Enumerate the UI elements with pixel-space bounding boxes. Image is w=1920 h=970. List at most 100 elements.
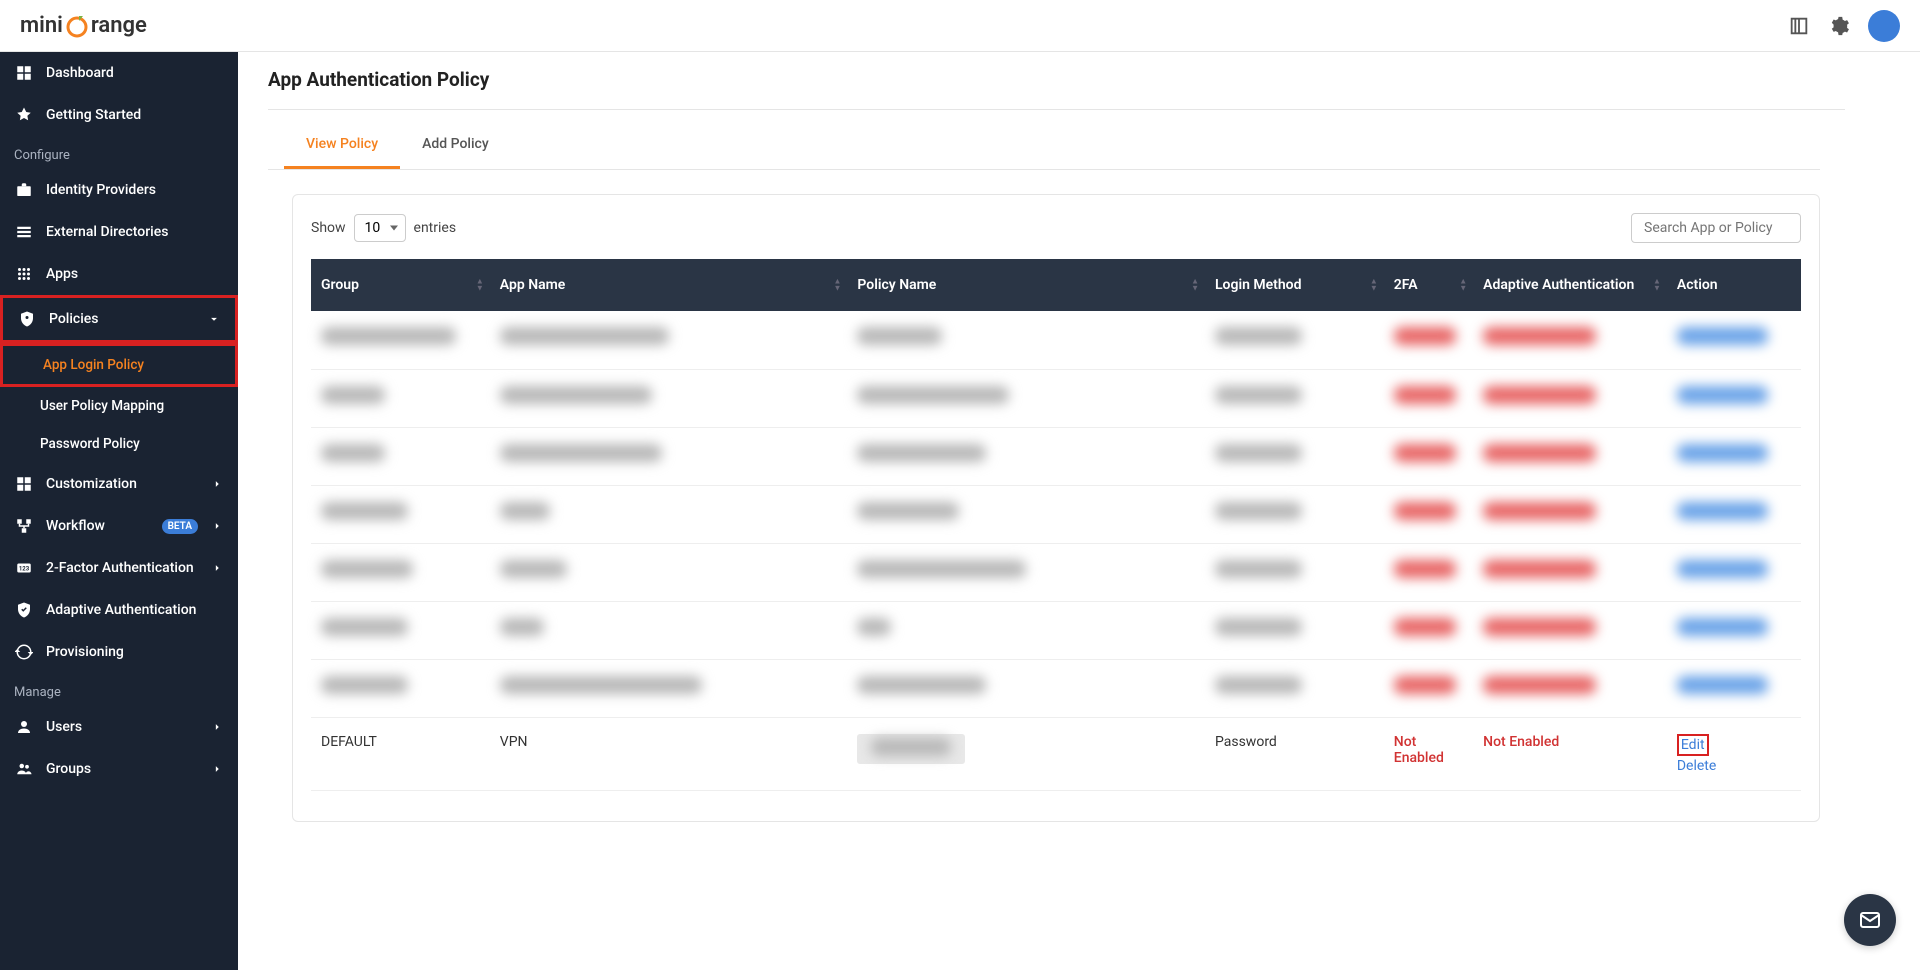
sync-icon [14,642,34,662]
content-card: Show 10 entries Group▲▼ App Name▲▼ Poli [292,194,1820,822]
table-controls: Show 10 entries [311,213,1801,243]
sidebar: Dashboard Getting Started Configure Iden… [0,52,238,970]
sidebar-item-label: Apps [46,266,224,282]
table-row-blurred [311,311,1801,369]
sort-icon: ▲▼ [1459,279,1467,292]
entries-select[interactable]: 10 [354,214,406,242]
sidebar-item-label: Adaptive Authentication [46,602,224,618]
cell-action: Edit Delete [1667,717,1801,790]
header-right [1788,10,1900,42]
rocket-icon [14,105,34,125]
sidebar-item-label: Dashboard [46,65,224,81]
cell-adaptive-auth: Not Enabled [1473,717,1667,790]
sidebar-item-dashboard[interactable]: Dashboard [0,52,238,94]
user-icon [14,717,34,737]
sidebar-item-apps[interactable]: Apps [0,253,238,295]
chevron-right-icon [210,519,224,533]
tab-view-policy[interactable]: View Policy [284,122,400,169]
cell-app-name: VPN [490,717,848,790]
delete-link[interactable]: Delete [1677,758,1791,774]
entries-label: entries [414,220,457,236]
col-group[interactable]: Group▲▼ [311,259,490,311]
sidebar-subitem-password-policy[interactable]: Password Policy [0,425,238,463]
sidebar-item-label: Groups [46,761,198,777]
cell-2fa: Not Enabled [1384,717,1473,790]
sort-icon: ▲▼ [1370,279,1378,292]
sidebar-item-label: Policies [49,311,195,327]
col-policy-name[interactable]: Policy Name▲▼ [847,259,1205,311]
chevron-right-icon [210,561,224,575]
sidebar-subitem-app-login-policy[interactable]: App Login Policy [0,343,238,387]
sidebar-item-label: External Directories [46,224,224,240]
sidebar-item-2fa[interactable]: 123 2-Factor Authentication [0,547,238,589]
sidebar-item-groups[interactable]: Groups [0,748,238,790]
svg-text:123: 123 [19,565,30,572]
table-row-blurred [311,543,1801,601]
mail-icon [1858,908,1882,932]
edit-link[interactable]: Edit [1677,734,1709,756]
cell-group: DEFAULT [311,717,490,790]
page-title: App Authentication Policy [268,52,1845,110]
sort-icon: ▲▼ [1191,279,1199,292]
tab-add-policy[interactable]: Add Policy [400,122,511,169]
sort-icon: ▲▼ [476,279,484,292]
show-label: Show [311,220,346,236]
gear-icon[interactable] [1828,15,1850,37]
group-icon [14,759,34,779]
entries-control: Show 10 entries [311,214,456,242]
sidebar-item-workflow[interactable]: Workflow BETA [0,505,238,547]
sidebar-subitem-user-policy-mapping[interactable]: User Policy Mapping [0,387,238,425]
chevron-right-icon [210,762,224,776]
avatar[interactable] [1868,10,1900,42]
beta-badge: BETA [162,519,198,534]
col-adaptive-auth[interactable]: Adaptive Authentication▲▼ [1473,259,1667,311]
sort-icon: ▲▼ [1653,279,1661,292]
logo-icon [65,14,89,38]
sidebar-item-label: Customization [46,476,198,492]
sidebar-item-customization[interactable]: Customization [0,463,238,505]
cell-policy-name [847,717,1205,790]
header: mini range [0,0,1920,52]
search-input[interactable] [1631,213,1801,243]
sidebar-item-adaptive-auth[interactable]: Adaptive Authentication [0,589,238,631]
sidebar-item-external-directories[interactable]: External Directories [0,211,238,253]
customize-icon [14,474,34,494]
table-row-blurred [311,369,1801,427]
col-login-method[interactable]: Login Method▲▼ [1205,259,1384,311]
table-row-blurred [311,601,1801,659]
mail-fab[interactable] [1844,894,1896,946]
chevron-right-icon [210,720,224,734]
list-icon [14,222,34,242]
sidebar-item-policies[interactable]: Policies [0,295,238,343]
shield-check-icon [14,600,34,620]
chevron-down-icon [207,312,221,326]
sidebar-item-identity-providers[interactable]: Identity Providers [0,169,238,211]
table-row-blurred [311,659,1801,717]
table-row-blurred [311,427,1801,485]
workflow-icon [14,516,34,536]
cell-login-method: Password [1205,717,1384,790]
book-icon[interactable] [1788,15,1810,37]
sidebar-item-label: Identity Providers [46,182,224,198]
sidebar-item-getting-started[interactable]: Getting Started [0,94,238,136]
apps-icon [14,264,34,284]
sidebar-item-users[interactable]: Users [0,706,238,748]
number-icon: 123 [14,558,34,578]
table-row: DEFAULT VPN Password Not Enabled Not Ena… [311,717,1801,790]
data-table: Group▲▼ App Name▲▼ Policy Name▲▼ Login M… [311,259,1801,791]
col-app-name[interactable]: App Name▲▼ [490,259,848,311]
col-2fa[interactable]: 2FA▲▼ [1384,259,1473,311]
col-action: Action [1667,259,1801,311]
sidebar-item-label: Workflow [46,518,150,534]
logo[interactable]: mini range [20,13,147,38]
dashboard-icon [14,63,34,83]
logo-text-range: range [91,13,147,38]
sidebar-section-manage: Manage [0,673,238,706]
tabs: View Policy Add Policy [268,122,1820,170]
briefcase-icon [14,180,34,200]
chevron-right-icon [210,477,224,491]
table-row-blurred [311,485,1801,543]
sidebar-item-label: 2-Factor Authentication [46,560,198,576]
sidebar-item-label: Getting Started [46,107,224,123]
sidebar-item-provisioning[interactable]: Provisioning [0,631,238,673]
